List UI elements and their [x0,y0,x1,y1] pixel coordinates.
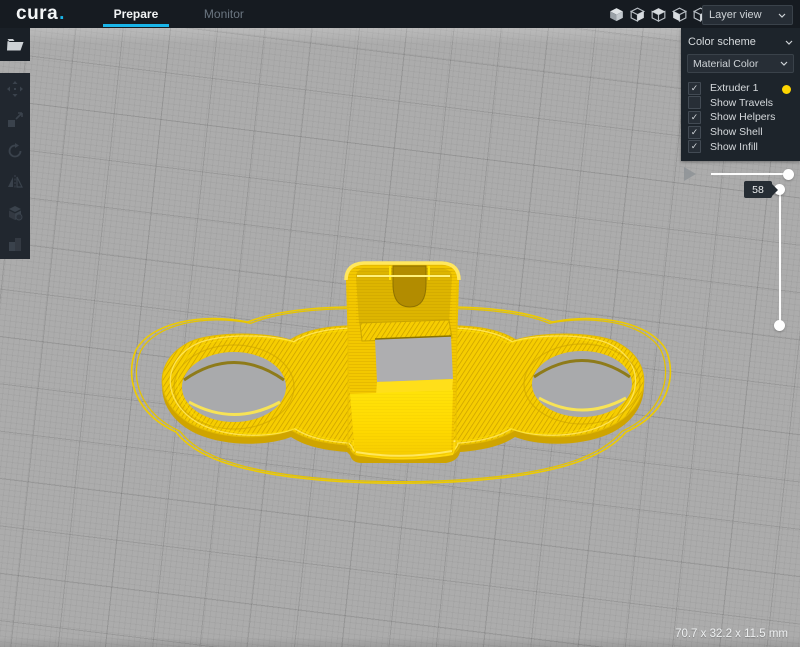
layer-slider-lower-handle[interactable] [774,320,785,331]
layer-view-options: ✓ Extruder 1 Show Travels ✓ Show Helpers… [681,81,800,154]
view-3d-icon[interactable] [609,7,624,22]
tab-monitor[interactable]: Monitor [191,0,257,28]
option-show-travels[interactable]: Show Travels [681,96,800,111]
view-mode-dropdown[interactable]: Layer view [702,5,793,25]
mirror-tool-button[interactable] [0,166,30,197]
mirror-icon [7,174,23,190]
path-slider-track[interactable] [711,173,789,175]
chevron-down-icon [780,61,788,66]
option-label: Show Helpers [710,111,775,123]
scale-tool-button[interactable] [0,104,30,135]
right-ring-hole [524,344,640,424]
support-blocker-button[interactable] [0,228,30,259]
through-hole [375,336,453,382]
scale-icon [7,112,23,128]
checkbox[interactable]: ✓ [688,82,701,95]
top-bar: cura. Prepare Monitor Layer view [0,0,800,28]
view-top-icon[interactable] [651,7,666,22]
left-ring-hole [174,345,294,429]
viewport-top-glow [0,28,800,44]
view-left-icon[interactable] [672,7,687,22]
view-front-icon[interactable] [630,7,645,22]
per-model-settings-button[interactable] [0,197,30,228]
move-icon [7,81,23,97]
color-scheme-header[interactable]: Color scheme [681,31,800,53]
color-scheme-label: Color scheme [688,36,756,48]
checkbox[interactable] [688,96,701,109]
logo-text: cura [16,3,58,25]
cura-logo: cura. [16,0,65,28]
checkbox[interactable]: ✓ [688,126,701,139]
logo-dot: . [59,3,65,25]
open-file-button[interactable] [0,28,30,61]
option-show-shell[interactable]: ✓ Show Shell [681,125,800,140]
option-label: Show Travels [710,97,773,109]
model-dimensions-label: 70.7 x 32.2 x 11.5 mm [675,628,788,640]
checkbox[interactable]: ✓ [688,111,701,124]
option-extruder-1[interactable]: ✓ Extruder 1 [681,81,800,96]
chevron-down-icon [778,13,786,18]
option-label: Show Shell [710,126,763,138]
simulation-play-button[interactable] [684,167,696,181]
move-tool-button[interactable] [0,73,30,104]
open-folder-icon [7,38,24,51]
path-slider-handle[interactable] [783,169,794,180]
tower [345,263,460,463]
extruder-color-swatch [782,85,791,94]
camera-view-buttons [609,0,708,28]
option-label: Extruder 1 [710,82,758,94]
option-show-helpers[interactable]: ✓ Show Helpers [681,110,800,125]
support-blocker-icon [7,236,23,252]
color-scheme-dropdown[interactable]: Material Color [687,54,794,73]
chevron-down-icon [785,40,793,45]
layer-number-badge[interactable]: 58 [744,181,772,198]
tool-strip [0,73,30,259]
rotate-tool-button[interactable] [0,135,30,166]
checkbox[interactable]: ✓ [688,140,701,153]
rotate-icon [7,143,23,159]
layer-slider-track[interactable] [779,190,781,325]
stage-tabs: Prepare Monitor [103,0,279,28]
sliced-model[interactable] [110,253,690,503]
build-plate-viewport[interactable]: 70.7 x 32.2 x 11.5 mm [0,28,800,647]
option-label: Show Infill [710,141,758,153]
color-scheme-value: Material Color [693,58,758,70]
tab-prepare[interactable]: Prepare [103,0,169,28]
layer-view-panel: Color scheme Material Color ✓ Extruder 1… [681,28,800,161]
view-mode-value: Layer view [709,9,762,21]
per-model-settings-icon [7,205,23,221]
tower-notch [393,266,426,307]
layer-number: 58 [752,184,764,196]
option-show-infill[interactable]: ✓ Show Infill [681,139,800,154]
